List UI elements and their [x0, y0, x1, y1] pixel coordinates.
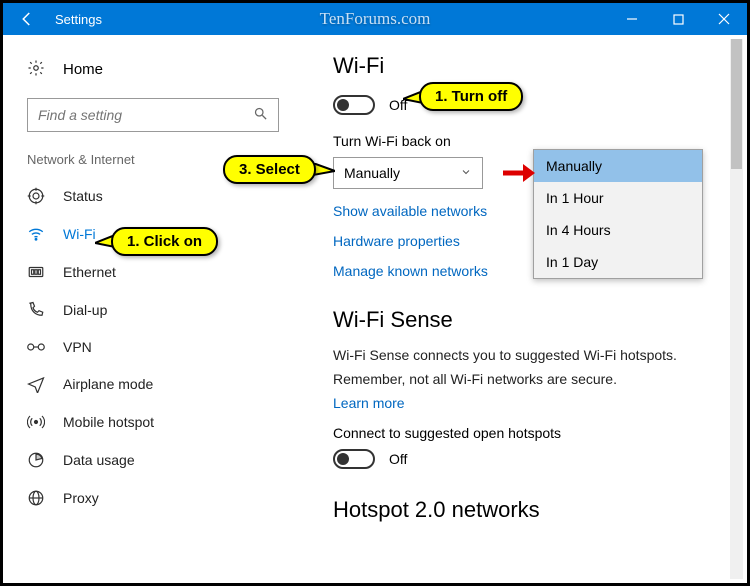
wifi-icon	[27, 225, 45, 243]
page-title: Wi-Fi	[333, 53, 737, 79]
proxy-icon	[27, 489, 45, 507]
status-icon	[27, 187, 45, 205]
sense-toggle-label: Connect to suggested open hotspots	[333, 425, 737, 441]
sidebar-item-label: VPN	[63, 339, 92, 355]
phone-icon	[27, 301, 45, 319]
scrollbar-thumb[interactable]	[731, 39, 742, 169]
callout-click-on: 1. Click on	[111, 227, 218, 256]
hotspot-icon	[27, 413, 45, 431]
search-input[interactable]	[38, 107, 253, 123]
sidebar-item-label: Wi-Fi	[63, 226, 96, 242]
callout-tail	[313, 163, 335, 177]
minimize-button[interactable]	[609, 3, 655, 35]
dropdown-popup: Manually In 1 Hour In 4 Hours In 1 Day	[533, 149, 703, 279]
sidebar-item-label: Dial-up	[63, 302, 107, 318]
window-title: Settings	[55, 12, 102, 27]
sidebar-item-dialup[interactable]: Dial-up	[3, 291, 303, 329]
sidebar-item-vpn[interactable]: VPN	[3, 329, 303, 365]
sidebar-item-ethernet[interactable]: Ethernet	[3, 253, 303, 291]
sidebar-item-label: Data usage	[63, 452, 135, 468]
data-icon	[27, 451, 45, 469]
sidebar-item-airplane[interactable]: Airplane mode	[3, 365, 303, 403]
gear-icon	[27, 59, 45, 80]
dropdown-option[interactable]: In 1 Hour	[534, 182, 702, 214]
content-pane: Wi-Fi Off Turn Wi-Fi back on Manually Sh…	[303, 35, 747, 583]
back-button[interactable]	[3, 3, 51, 35]
titlebar: Settings TenForums.com	[3, 3, 747, 35]
callout-turn-off: 1. Turn off	[419, 82, 523, 111]
sense-toggle[interactable]	[333, 449, 375, 469]
ethernet-icon	[27, 263, 45, 281]
turn-back-dropdown[interactable]: Manually	[333, 157, 483, 189]
sidebar-item-label: Proxy	[63, 490, 99, 506]
dropdown-value: Manually	[344, 165, 400, 181]
turn-back-label: Turn Wi-Fi back on	[333, 133, 737, 149]
search-icon	[253, 106, 268, 124]
watermark: TenForums.com	[320, 9, 431, 29]
home-label: Home	[63, 61, 103, 78]
sidebar: Home Network & Internet Status Wi-Fi Eth…	[3, 35, 303, 583]
callout-select: 3. Select	[223, 155, 316, 184]
sidebar-item-data[interactable]: Data usage	[3, 441, 303, 479]
search-box[interactable]	[27, 98, 279, 132]
vpn-icon	[27, 340, 45, 354]
sense-text2: Remember, not all Wi-Fi networks are sec…	[333, 371, 737, 387]
wifi-sense-heading: Wi-Fi Sense	[333, 307, 737, 333]
maximize-button[interactable]	[655, 3, 701, 35]
home-button[interactable]: Home	[3, 51, 303, 94]
sense-toggle-state: Off	[389, 451, 407, 467]
scrollbar[interactable]	[730, 39, 743, 579]
sense-text1: Wi-Fi Sense connects you to suggested Wi…	[333, 347, 737, 363]
dropdown-option[interactable]: In 4 Hours	[534, 214, 702, 246]
arrow-icon	[501, 161, 535, 185]
wifi-toggle[interactable]	[333, 95, 375, 115]
sidebar-item-label: Mobile hotspot	[63, 414, 154, 430]
sidebar-item-label: Ethernet	[63, 264, 116, 280]
sidebar-item-label: Status	[63, 188, 103, 204]
sidebar-item-label: Airplane mode	[63, 376, 153, 392]
sidebar-item-proxy[interactable]: Proxy	[3, 479, 303, 517]
airplane-icon	[27, 375, 45, 393]
hotspot2-heading: Hotspot 2.0 networks	[333, 497, 737, 523]
chevron-down-icon	[460, 165, 472, 181]
close-button[interactable]	[701, 3, 747, 35]
dropdown-option[interactable]: In 1 Day	[534, 246, 702, 278]
dropdown-option[interactable]: Manually	[534, 150, 702, 182]
link-learn-more[interactable]: Learn more	[333, 395, 737, 411]
sidebar-item-hotspot[interactable]: Mobile hotspot	[3, 403, 303, 441]
